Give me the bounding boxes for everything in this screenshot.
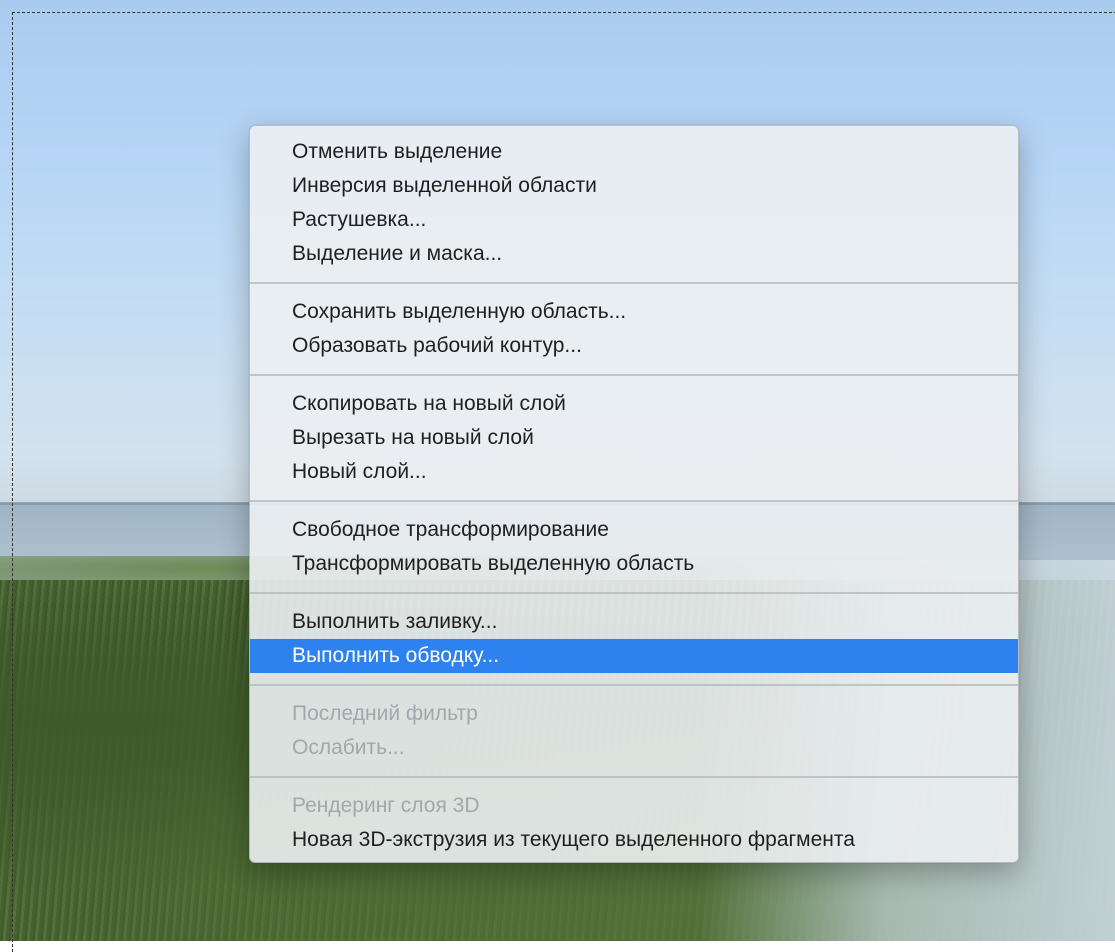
- menu-separator: [250, 581, 1018, 605]
- menu-item[interactable]: Растушевка...: [250, 203, 1018, 237]
- menu-item[interactable]: Свободное трансформирование: [250, 513, 1018, 547]
- menu-item[interactable]: Выделение и маска...: [250, 237, 1018, 271]
- menu-separator: [250, 489, 1018, 513]
- menu-item[interactable]: Отменить выделение: [250, 135, 1018, 169]
- menu-item[interactable]: Трансформировать выделенную область: [250, 547, 1018, 581]
- menu-item[interactable]: Инверсия выделенной области: [250, 169, 1018, 203]
- menu-item[interactable]: Сохранить выделенную область...: [250, 295, 1018, 329]
- menu-item[interactable]: Образовать рабочий контур...: [250, 329, 1018, 363]
- menu-separator: [250, 765, 1018, 789]
- menu-separator: [250, 363, 1018, 387]
- menu-item[interactable]: Выполнить заливку...: [250, 605, 1018, 639]
- menu-separator: [250, 271, 1018, 295]
- menu-item[interactable]: Скопировать на новый слой: [250, 387, 1018, 421]
- menu-item-selected[interactable]: Выполнить обводку...: [250, 639, 1018, 673]
- context-menu: Отменить выделение Инверсия выделенной о…: [249, 125, 1019, 863]
- menu-item[interactable]: Новый слой...: [250, 455, 1018, 489]
- menu-item-disabled: Последний фильтр: [292, 702, 478, 725]
- menu-separator: [250, 673, 1018, 697]
- menu-item-disabled: Рендеринг слоя 3D: [292, 794, 480, 817]
- menu-item-disabled: Ослабить...: [292, 736, 405, 759]
- menu-item[interactable]: Новая 3D-экструзия из текущего выделенно…: [250, 823, 1018, 857]
- menu-item[interactable]: Вырезать на новый слой: [250, 421, 1018, 455]
